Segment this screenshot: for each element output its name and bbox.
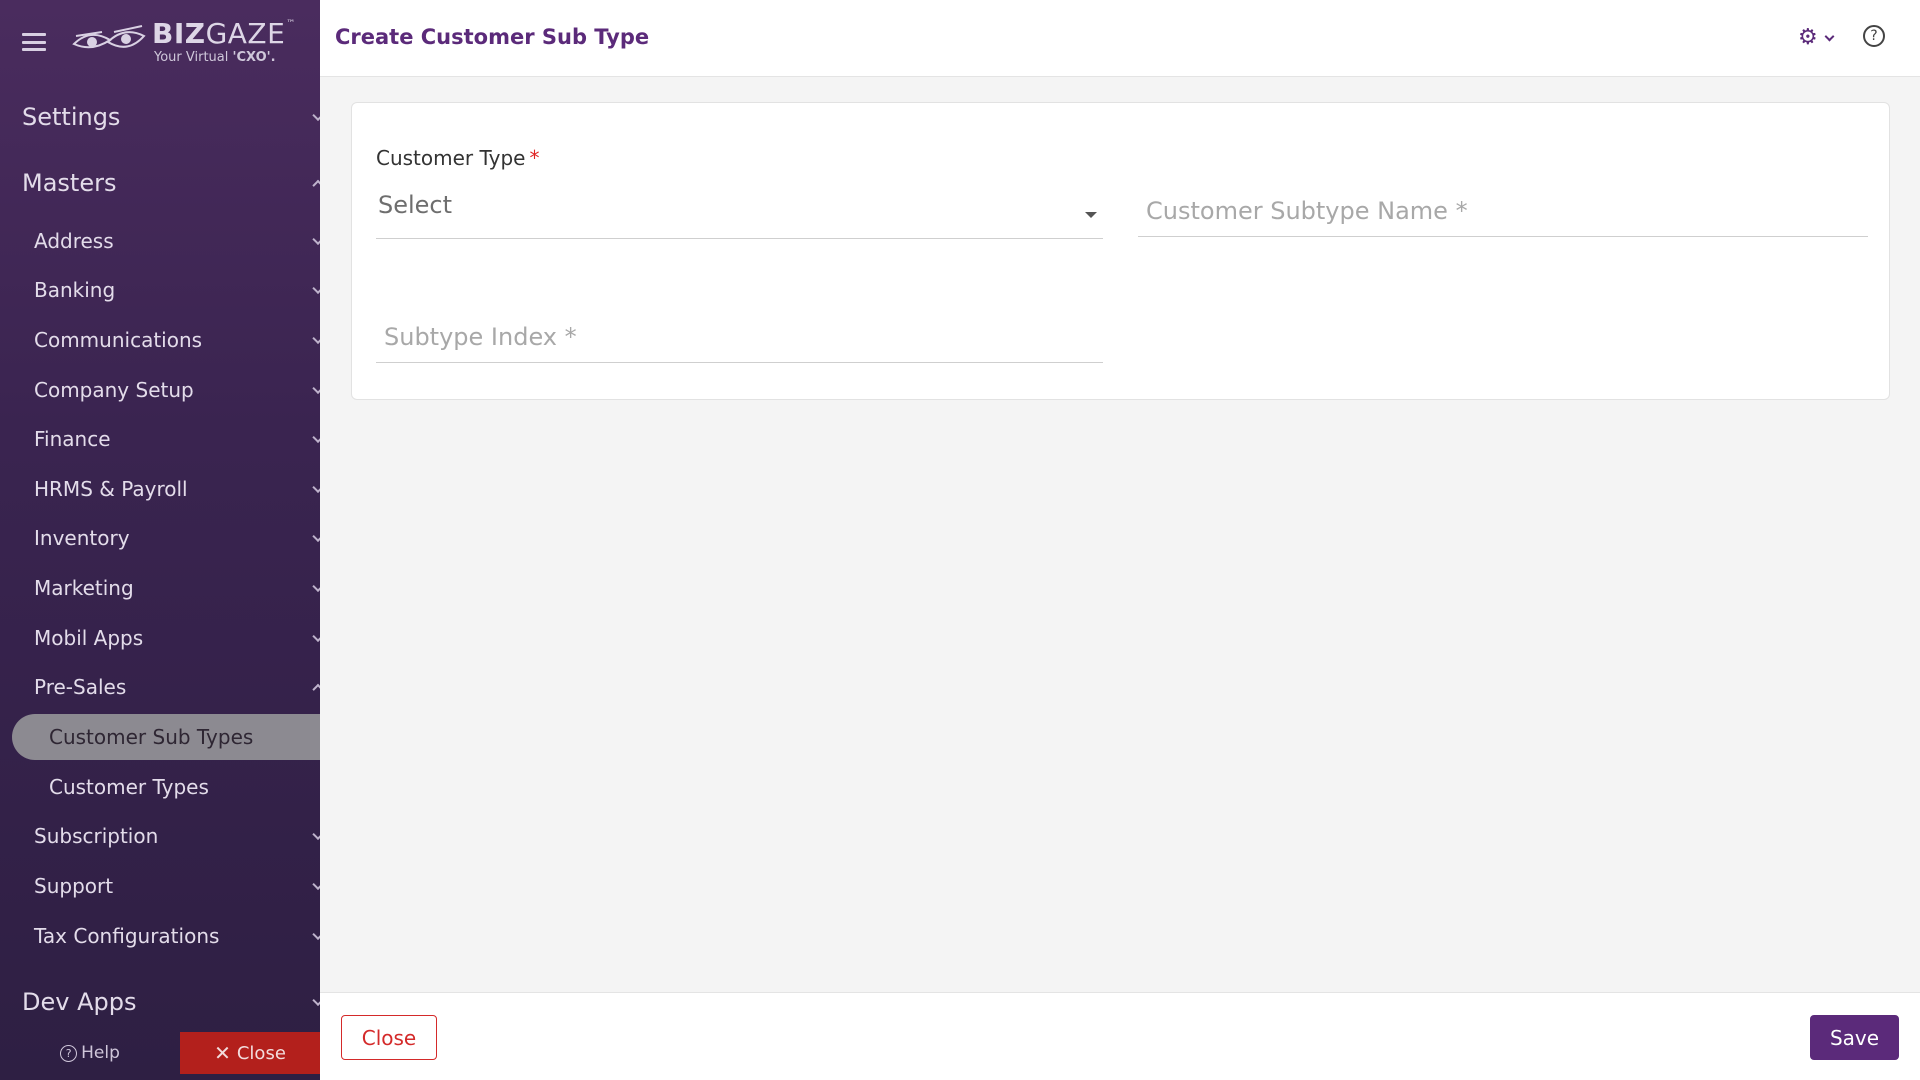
sidebar-item-label: Tax Configurations xyxy=(34,923,220,948)
sidebar-item-label: Communications xyxy=(34,327,203,352)
question-circle-icon: ? xyxy=(60,1044,78,1062)
save-button[interactable]: Save xyxy=(1810,1015,1899,1060)
sidebar-item-tax-configurations[interactable]: Tax Configurations xyxy=(0,911,320,961)
close-icon: ✕ xyxy=(214,1041,231,1065)
sidebar-close-label: Close xyxy=(236,1042,286,1064)
sidebar-item-pre-sales[interactable]: Pre-Sales xyxy=(0,662,320,712)
top-header: Create Customer Sub Type ⚙ ? xyxy=(320,0,1920,77)
chevron-down-icon xyxy=(312,431,320,444)
sidebar-help-button[interactable]: ? Help xyxy=(0,1032,180,1074)
sidebar-item-hrms-payroll[interactable]: HRMS & Payroll xyxy=(0,464,320,514)
sidebar-subitem-customer-sub-types[interactable]: Customer Sub Types xyxy=(12,713,320,760)
sidebar-item-communications[interactable]: Communications xyxy=(0,315,320,365)
sidebar-help-label: Help xyxy=(81,1043,120,1063)
logo-name-bold: BIZ xyxy=(152,17,206,50)
chevron-down-icon xyxy=(312,283,320,295)
sidebar-item-inventory[interactable]: Inventory xyxy=(0,514,320,564)
sidebar-item-label: Mobil Apps xyxy=(34,625,144,650)
chevron-down-icon xyxy=(312,995,320,1007)
sidebar-subitem-label: Customer Sub Types xyxy=(49,724,254,749)
logo-eyes-icon xyxy=(72,25,146,49)
sidebar-footer: ? Help ✕ Close xyxy=(0,1032,320,1074)
sidebar-section-label: Masters xyxy=(22,169,117,197)
customer-subtype-name-field[interactable] xyxy=(1138,185,1868,237)
logo-tagline: Your Virtual xyxy=(154,50,229,65)
chevron-down-icon xyxy=(312,481,320,493)
customer-type-label-text: Customer Type xyxy=(376,146,526,170)
sidebar-item-label: Inventory xyxy=(34,526,130,551)
sidebar-item-label: Subscription xyxy=(34,824,159,849)
settings-menu-button[interactable]: ⚙ xyxy=(1798,26,1838,50)
chevron-down-icon xyxy=(1824,31,1835,41)
page-title: Create Customer Sub Type xyxy=(335,25,650,49)
sidebar-item-label: HRMS & Payroll xyxy=(34,476,188,501)
hamburger-menu-icon[interactable] xyxy=(22,30,46,54)
logo-name-light: GAZE xyxy=(205,17,286,50)
chevron-down-icon xyxy=(312,630,320,642)
sidebar-item-finance[interactable]: Finance xyxy=(0,414,320,464)
sidebar-section-label: Dev Apps xyxy=(22,988,137,1017)
sidebar-item-company-setup[interactable]: Company Setup xyxy=(0,365,320,415)
close-button[interactable]: Close xyxy=(341,1015,437,1060)
sidebar-subitem-label: Customer Types xyxy=(49,774,209,799)
chevron-down-icon xyxy=(312,928,320,940)
sidebar-item-label: Support xyxy=(34,873,114,898)
sidebar-item-banking[interactable]: Banking xyxy=(0,266,320,316)
sidebar-item-address[interactable]: Address xyxy=(0,216,320,266)
chevron-down-icon xyxy=(312,580,320,593)
subtype-index-field[interactable] xyxy=(376,311,1103,363)
customer-type-select[interactable]: Select xyxy=(376,185,1103,239)
sidebar-close-button[interactable]: ✕ Close xyxy=(180,1032,320,1074)
logo-trademark: ™ xyxy=(286,19,296,29)
form-card: Customer Type * Select xyxy=(351,102,1890,400)
bottom-action-bar: Close Save xyxy=(320,992,1920,1080)
chevron-down-icon xyxy=(312,332,320,345)
customer-type-label: Customer Type * xyxy=(376,146,539,170)
chevron-down-icon xyxy=(312,878,320,890)
sidebar-item-mobil-apps[interactable]: Mobil Apps xyxy=(0,613,320,663)
chevron-down-icon xyxy=(312,829,320,841)
sidebar-item-label: Marketing xyxy=(34,575,134,600)
sidebar-item-label: Finance xyxy=(34,427,111,452)
sidebar: BIZGAZE™ Your Virtual 'CXO'. Settings Ma… xyxy=(0,0,320,1080)
sidebar-item-label: Company Setup xyxy=(34,377,194,402)
sidebar-item-support[interactable]: Support xyxy=(0,861,320,911)
sidebar-item-label: Banking xyxy=(34,278,116,303)
sidebar-item-label: Pre-Sales xyxy=(34,675,127,700)
gear-icon: ⚙ xyxy=(1798,25,1818,50)
sidebar-subitem-customer-types[interactable]: Customer Types xyxy=(0,762,320,812)
chevron-down-icon xyxy=(312,531,320,543)
required-mark: * xyxy=(529,146,540,170)
customer-type-select-value: Select xyxy=(378,191,453,219)
chevron-up-icon xyxy=(312,683,320,696)
brand-bar: BIZGAZE™ Your Virtual 'CXO'. xyxy=(0,0,320,84)
chevron-down-icon xyxy=(312,109,320,122)
sidebar-item-subscription[interactable]: Subscription xyxy=(0,812,320,862)
sidebar-section-masters[interactable]: Masters xyxy=(0,150,320,216)
customer-subtype-name-input[interactable] xyxy=(1138,185,1868,236)
subtype-index-input[interactable] xyxy=(376,311,1103,362)
help-question-icon[interactable]: ? xyxy=(1863,25,1885,47)
sidebar-section-settings[interactable]: Settings xyxy=(0,84,320,150)
logo: BIZGAZE™ Your Virtual 'CXO'. xyxy=(70,20,296,64)
caret-down-icon xyxy=(1085,212,1097,218)
chevron-down-icon xyxy=(312,233,320,245)
chevron-down-icon xyxy=(312,382,320,394)
sidebar-item-label: Address xyxy=(34,228,114,253)
chevron-up-icon xyxy=(312,179,320,192)
sidebar-section-label: Settings xyxy=(22,103,121,131)
logo-tagline-bold: 'CXO'. xyxy=(232,50,276,65)
sidebar-item-marketing[interactable]: Marketing xyxy=(0,563,320,613)
